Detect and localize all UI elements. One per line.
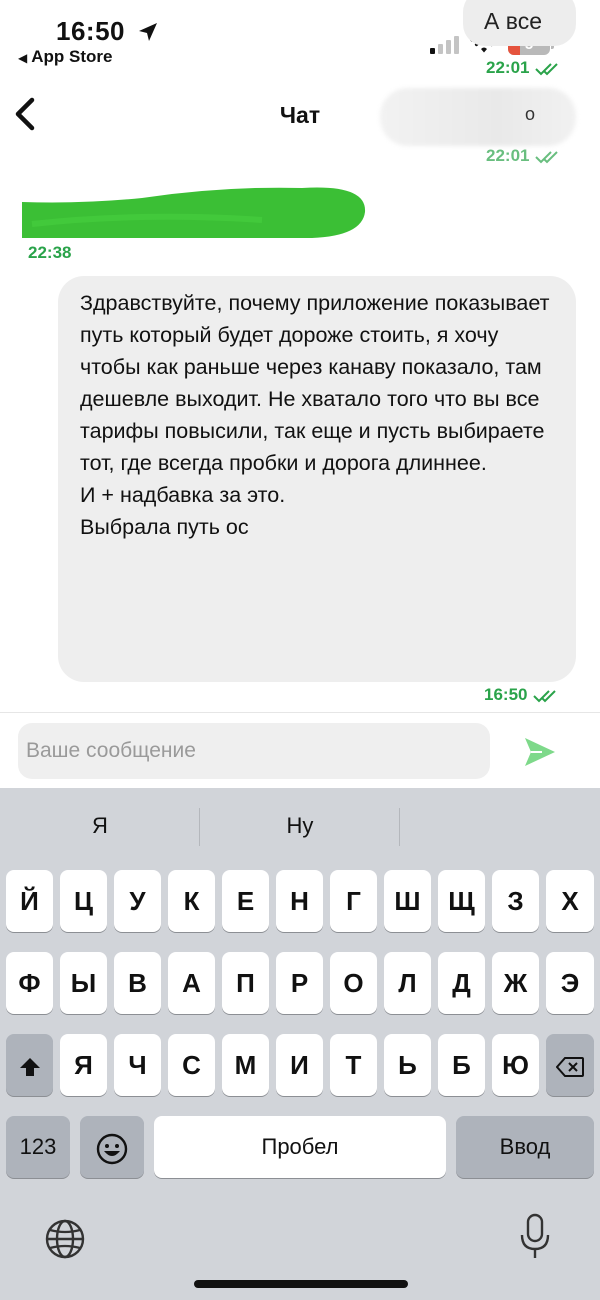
backspace-icon [555, 1057, 584, 1078]
shift-arrow-icon [19, 1058, 40, 1077]
cellular-signal-icon [430, 36, 459, 54]
contact-partial-text: о [525, 104, 536, 124]
key[interactable]: Р [276, 952, 323, 1014]
globe-icon[interactable] [44, 1218, 86, 1260]
message-time: 16:50 [484, 685, 562, 705]
keyboard: Я Ну Й Ц У К Е Н Г Ш Щ З Х Ф Ы В А П Р О… [0, 788, 600, 1300]
location-arrow-icon [139, 23, 157, 41]
key[interactable]: Н [276, 870, 323, 932]
key[interactable]: Я [60, 1034, 107, 1096]
key[interactable]: Э [546, 952, 594, 1014]
key[interactable]: В [114, 952, 161, 1014]
microphone-icon[interactable] [518, 1213, 552, 1261]
backspace-key[interactable] [546, 1034, 594, 1096]
key[interactable]: Ш [384, 870, 431, 932]
suggestion-item[interactable] [400, 788, 600, 864]
redacted-message-blob [22, 187, 366, 238]
key[interactable]: Ь [384, 1034, 431, 1096]
back-triangle-icon: ◀ [18, 51, 28, 65]
key[interactable]: Й [6, 870, 53, 932]
key[interactable]: Г [330, 870, 377, 932]
shift-key[interactable] [6, 1034, 53, 1096]
redacted-contact-pill [380, 88, 576, 146]
key[interactable]: А [168, 952, 215, 1014]
key[interactable]: М [222, 1034, 269, 1096]
key[interactable]: Д [438, 952, 485, 1014]
key[interactable]: Ч [114, 1034, 161, 1096]
emoji-key[interactable] [80, 1116, 144, 1178]
suggestion-item[interactable]: Ну [200, 788, 400, 864]
key[interactable]: Ц [60, 870, 107, 932]
key[interactable]: И [276, 1034, 323, 1096]
double-check-icon [535, 62, 558, 75]
key[interactable]: С [168, 1034, 215, 1096]
key[interactable]: Т [330, 1034, 377, 1096]
numbers-key[interactable]: 123 [6, 1116, 70, 1178]
key[interactable]: О [330, 952, 377, 1014]
message-time: 22:38 [28, 243, 72, 262]
key[interactable]: Ы [60, 952, 107, 1014]
return-key[interactable]: Ввод [456, 1116, 594, 1178]
key[interactable]: У [114, 870, 161, 932]
key[interactable]: Щ [438, 870, 485, 932]
redaction-blur [100, 640, 300, 676]
key[interactable]: Л [384, 952, 431, 1014]
key[interactable]: Х [546, 870, 594, 932]
back-to-app-store[interactable]: ◀ App Store [18, 47, 112, 67]
message-text: А все [484, 8, 542, 34]
message-time: 22:01 [486, 58, 564, 78]
key[interactable]: К [168, 870, 215, 932]
home-indicator[interactable] [194, 1280, 408, 1288]
suggestion-item[interactable]: Я [0, 788, 200, 864]
space-key[interactable]: Пробел [154, 1116, 446, 1178]
message-text: Здравствуйте, почему приложение показыва… [80, 291, 550, 539]
key[interactable]: З [492, 870, 539, 932]
send-arrow-icon[interactable] [522, 735, 558, 769]
key[interactable]: Б [438, 1034, 485, 1096]
key[interactable]: П [222, 952, 269, 1014]
emoji-icon [96, 1133, 128, 1165]
double-check-icon [533, 689, 556, 702]
key[interactable]: Ю [492, 1034, 539, 1096]
message-time: 22:01 [486, 146, 564, 166]
message-input[interactable] [18, 723, 490, 779]
key[interactable]: Ф [6, 952, 53, 1014]
double-check-icon [535, 150, 558, 163]
status-time: 16:50 [56, 16, 125, 46]
message-composer [0, 712, 600, 788]
key[interactable]: Ж [492, 952, 539, 1014]
key[interactable]: Е [222, 870, 269, 932]
